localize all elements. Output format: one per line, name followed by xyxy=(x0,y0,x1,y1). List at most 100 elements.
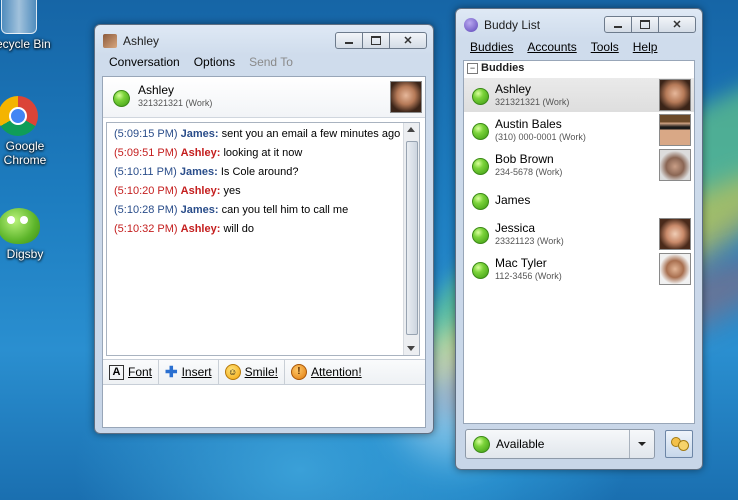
message-row: (5:10:32 PM) Ashley: will do xyxy=(114,223,255,235)
digsby-desktop-icon[interactable]: Digsby xyxy=(0,208,54,261)
menu-buddies[interactable]: Buddies xyxy=(470,40,513,54)
message-scrollbar[interactable] xyxy=(403,123,419,355)
chrome-label: Google Chrome xyxy=(3,139,47,167)
buddy-detail: (310) 000-0001 (Work) xyxy=(495,132,586,142)
menu-conversation[interactable]: Conversation xyxy=(109,55,180,69)
message-row: (5:09:15 PM) James: sent you an email a … xyxy=(114,128,401,140)
buddy-icon-button[interactable] xyxy=(665,430,693,458)
group-header-buddies[interactable]: − Buddies xyxy=(464,61,694,75)
format-toolbar: A Font ✚ Insert ☺ Smile! ! Attention! xyxy=(103,359,425,385)
buddy-name: James xyxy=(495,193,531,207)
online-status-icon xyxy=(113,90,130,107)
online-status-icon xyxy=(472,262,489,279)
buddy-detail: 23321123 (Work) xyxy=(495,236,564,246)
window-title: Buddy List xyxy=(484,18,541,32)
recycle-bin-desktop-icon[interactable]: Recycle Bin xyxy=(0,0,54,51)
avatar xyxy=(659,253,691,285)
avatar xyxy=(659,79,691,111)
buddy-bob-brown[interactable]: Bob Brown 234-5678 (Work) xyxy=(464,148,694,182)
smiley-icon: ☺ xyxy=(224,364,241,380)
buddy-detail: 234-5678 (Work) xyxy=(495,167,563,177)
menu-tools[interactable]: Tools xyxy=(591,40,619,54)
chevron-down-icon[interactable] xyxy=(629,430,654,458)
maximize-button[interactable] xyxy=(631,16,659,33)
digsby-label: Digsby xyxy=(6,247,44,261)
contact-name: Ashley xyxy=(138,83,175,97)
group-label: Buddies xyxy=(481,62,525,74)
close-button[interactable]: ✕ xyxy=(658,16,696,33)
chrome-desktop-icon[interactable]: Google Chrome xyxy=(0,96,53,167)
online-status-icon xyxy=(472,193,489,210)
maximize-button[interactable] xyxy=(362,32,390,49)
contact-avatar xyxy=(390,81,422,113)
buddy-list: − Buddies Ashley 321321321 (Work) Austin… xyxy=(463,60,695,424)
font-label: Font xyxy=(128,365,153,379)
buddy-list-menubar: Buddies Accounts Tools Help xyxy=(470,40,671,54)
scroll-thumb[interactable] xyxy=(406,141,418,335)
font-button[interactable]: A Font xyxy=(103,360,160,384)
scroll-up-icon[interactable] xyxy=(407,127,415,132)
message-row: (5:10:20 PM) Ashley: yes xyxy=(114,185,241,197)
avatar xyxy=(659,149,691,181)
buddy-name: Mac Tyler xyxy=(495,256,547,270)
buddy-detail: 321321321 (Work) xyxy=(495,97,570,107)
conversation-body: Ashley 321321321 (Work) (5:09:15 PM) Jam… xyxy=(102,76,426,428)
conversation-menubar: Conversation Options Send To xyxy=(109,55,307,69)
menu-help[interactable]: Help xyxy=(633,40,658,54)
message-history[interactable]: (5:09:15 PM) James: sent you an email a … xyxy=(106,122,420,356)
menu-accounts[interactable]: Accounts xyxy=(527,40,576,54)
digsby-app-icon xyxy=(464,18,478,32)
attention-button[interactable]: ! Attention! xyxy=(285,360,368,384)
buddy-list-titlebar[interactable]: Buddy List ✕ xyxy=(456,9,702,39)
conversation-titlebar[interactable]: Ashley ✕ xyxy=(95,25,433,55)
recycle-bin-icon xyxy=(1,0,37,34)
smile-button[interactable]: ☺ Smile! xyxy=(219,360,285,384)
ashley-avatar-icon xyxy=(103,34,117,48)
message-row: (5:10:11 PM) James: Is Cole around? xyxy=(114,166,299,178)
insert-label: Insert xyxy=(181,365,212,379)
buddy-mac-tyler[interactable]: Mac Tyler 112-3456 (Work) xyxy=(464,252,694,286)
scroll-down-icon[interactable] xyxy=(407,346,415,351)
message-input[interactable] xyxy=(103,385,425,427)
contact-header: Ashley 321321321 (Work) xyxy=(103,77,425,118)
avatar xyxy=(659,114,691,146)
buddy-name: Bob Brown xyxy=(495,152,554,166)
plus-icon: ✚ xyxy=(165,364,178,381)
avatar xyxy=(659,218,691,250)
buddy-jessica[interactable]: Jessica 23321123 (Work) xyxy=(464,217,694,251)
recycle-bin-label: Recycle Bin xyxy=(0,37,51,51)
buddy-ashley[interactable]: Ashley 321321321 (Work) xyxy=(464,78,694,112)
message-row: (5:10:28 PM) James: can you tell him to … xyxy=(114,204,349,216)
font-icon: A xyxy=(109,364,124,380)
buddy-austin-bales[interactable]: Austin Bales (310) 000-0001 (Work) xyxy=(464,113,694,147)
online-status-icon xyxy=(473,435,490,453)
status-label: Available xyxy=(496,437,545,451)
insert-button[interactable]: ✚ Insert xyxy=(159,360,219,384)
minimize-button[interactable] xyxy=(335,32,363,49)
contact-detail: 321321321 (Work) xyxy=(138,98,213,108)
digsby-icon xyxy=(0,208,40,244)
buddy-name: Jessica xyxy=(495,221,536,235)
buddy-james[interactable]: James xyxy=(464,183,694,217)
collapse-icon[interactable]: − xyxy=(467,63,478,74)
window-title: Ashley xyxy=(123,34,160,48)
people-icon xyxy=(670,436,689,452)
buddy-name: Ashley xyxy=(495,82,532,96)
close-icon: ✕ xyxy=(672,19,682,31)
message-row: (5:09:51 PM) Ashley: looking at it now xyxy=(114,147,303,159)
chrome-icon xyxy=(0,96,38,136)
buddy-detail: 112-3456 (Work) xyxy=(495,271,562,281)
online-status-icon xyxy=(472,227,489,244)
buddy-name: Austin Bales xyxy=(495,117,562,131)
smile-label: Smile! xyxy=(244,365,278,379)
menu-send-to[interactable]: Send To xyxy=(249,55,293,69)
attention-label: Attention! xyxy=(310,365,362,379)
buddy-list-window: Buddy List ✕ Buddies Accounts Tools Help… xyxy=(455,8,703,470)
minimize-button[interactable] xyxy=(604,16,632,33)
online-status-icon xyxy=(472,88,489,105)
close-button[interactable]: ✕ xyxy=(389,32,427,49)
status-dropdown[interactable]: Available xyxy=(465,429,655,459)
menu-options[interactable]: Options xyxy=(194,55,235,69)
online-status-icon xyxy=(472,123,489,140)
online-status-icon xyxy=(472,158,489,175)
